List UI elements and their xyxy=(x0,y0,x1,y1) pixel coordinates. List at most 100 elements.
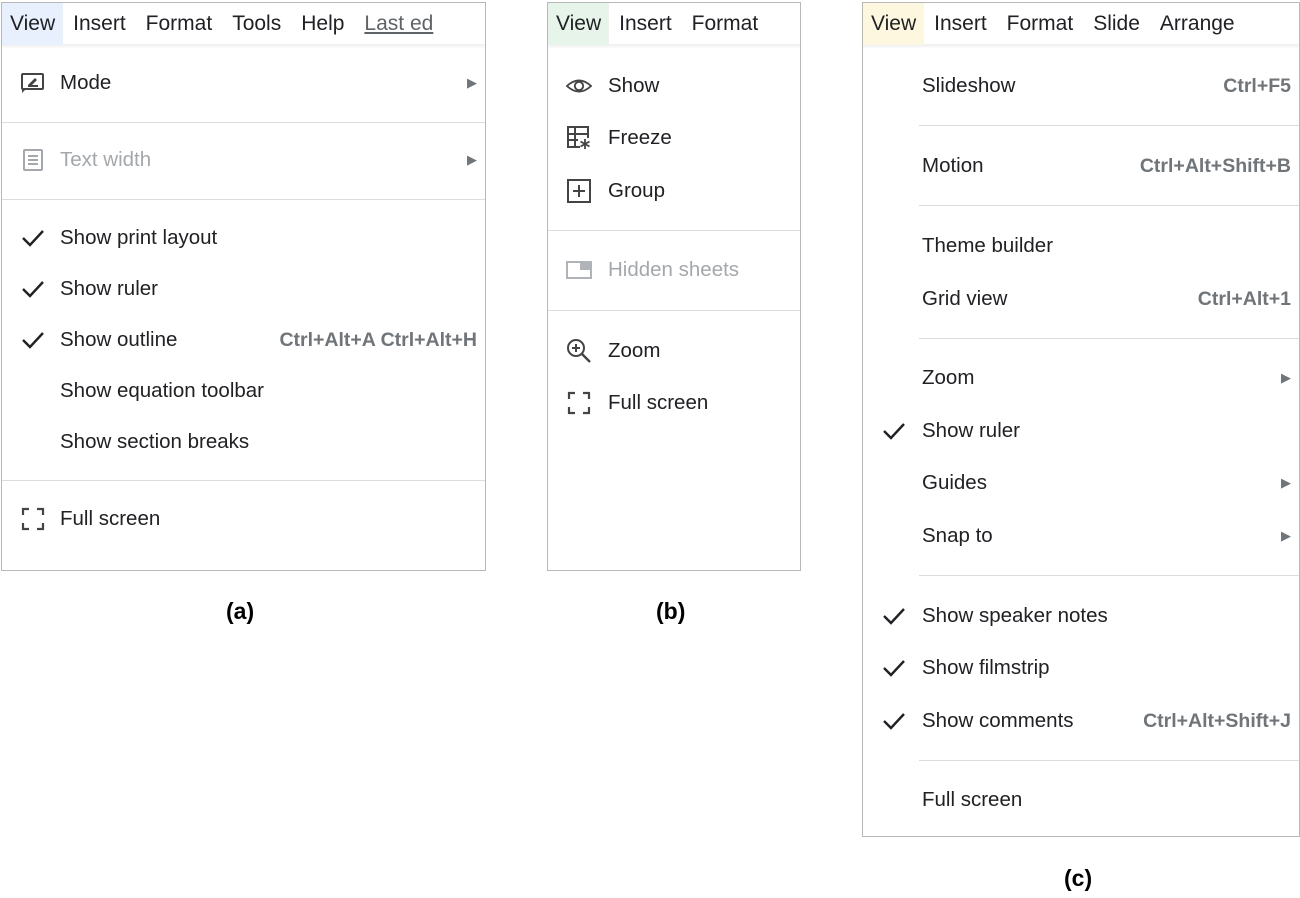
menu-item-label: Text width xyxy=(60,148,152,171)
divider xyxy=(2,480,485,481)
menu-item-guides[interactable]: Guides ▶ xyxy=(863,460,1299,506)
menu-format[interactable]: Format xyxy=(997,3,1084,45)
divider xyxy=(919,125,1299,126)
shortcut-text: Ctrl+Alt+Shift+B xyxy=(1139,154,1291,177)
shortcut-text: Ctrl+Alt+1 xyxy=(1197,287,1291,310)
menu-item-grid-view[interactable]: Grid view Ctrl+Alt+1 xyxy=(863,276,1299,322)
fullscreen-icon xyxy=(20,506,46,532)
menu-item-label: Guides xyxy=(922,471,987,494)
divider xyxy=(919,575,1299,576)
menu-item-show-ruler[interactable]: Show ruler xyxy=(863,408,1299,454)
menu-item-group[interactable]: Group xyxy=(548,168,800,214)
submenu-arrow-icon: ▶ xyxy=(1281,475,1291,490)
shortcut-text: Ctrl+Alt+Shift+J xyxy=(1143,709,1291,732)
eye-icon xyxy=(566,73,592,99)
hidden-sheets-icon xyxy=(566,257,592,283)
menu-item-label: Full screen xyxy=(922,788,1023,811)
menu-insert[interactable]: Insert xyxy=(63,3,136,45)
divider xyxy=(2,199,485,200)
menu-item-label: Slideshow xyxy=(922,74,1016,97)
menu-item-zoom[interactable]: Zoom xyxy=(548,328,800,374)
submenu-arrow-icon: ▶ xyxy=(467,75,477,90)
menu-item-label: Zoom xyxy=(608,339,661,362)
divider xyxy=(548,230,800,231)
menu-view[interactable]: View xyxy=(863,3,925,45)
menu-item-label: Show xyxy=(608,74,660,97)
menu-view[interactable]: View xyxy=(2,3,64,45)
menu-item-show-filmstrip[interactable]: Show filmstrip xyxy=(863,645,1299,691)
menubar: View Insert Format Tools Help Last ed xyxy=(2,3,485,45)
menu-item-motion[interactable]: Motion Ctrl+Alt+Shift+B xyxy=(863,143,1299,189)
menu-help[interactable]: Help xyxy=(291,3,354,45)
check-icon xyxy=(20,327,46,353)
caption-c: (c) xyxy=(1064,865,1093,891)
menu-item-full-screen[interactable]: Full screen xyxy=(2,496,485,542)
menu-item-theme-builder[interactable]: Theme builder xyxy=(863,223,1299,269)
freeze-icon xyxy=(566,125,592,151)
submenu-arrow-icon: ▶ xyxy=(467,152,477,167)
menu-format[interactable]: Format xyxy=(682,3,769,45)
fullscreen-icon xyxy=(566,390,592,416)
menu-item-show-section-breaks[interactable]: Show section breaks xyxy=(2,419,485,465)
menu-item-label: Theme builder xyxy=(922,234,1054,257)
menu-tools[interactable]: Tools xyxy=(222,3,291,45)
menu-item-label: Show section breaks xyxy=(60,430,250,453)
menu-item-label: Freeze xyxy=(608,126,672,149)
menu-item-show-speaker-notes[interactable]: Show speaker notes xyxy=(863,593,1299,639)
menu-item-label: Show speaker notes xyxy=(922,604,1108,627)
menu-item-label: Motion xyxy=(922,154,984,177)
menu-item-label: Show ruler xyxy=(60,277,158,300)
menu-item-full-screen[interactable]: Full screen xyxy=(548,380,800,426)
menu-item-label: Show equation toolbar xyxy=(60,379,265,402)
menu-item-show[interactable]: Show xyxy=(548,63,800,109)
menu-slide[interactable]: Slide xyxy=(1083,3,1150,45)
menu-item-label: Show comments xyxy=(922,709,1074,732)
menu-item-show-ruler[interactable]: Show ruler xyxy=(2,266,485,312)
menu-item-label: Full screen xyxy=(608,391,709,414)
mode-icon xyxy=(20,70,46,96)
menu-item-label: Snap to xyxy=(922,524,993,547)
last-edit-link[interactable]: Last ed xyxy=(354,3,443,45)
divider xyxy=(548,310,800,311)
menubar: View Insert Format Slide Arrange xyxy=(863,3,1299,45)
menu-item-zoom[interactable]: Zoom ▶ xyxy=(863,355,1299,401)
menu-format[interactable]: Format xyxy=(136,3,223,45)
divider xyxy=(919,338,1299,339)
menu-item-label: Hidden sheets xyxy=(608,258,740,281)
menu-item-freeze[interactable]: Freeze xyxy=(548,115,800,161)
text-width-icon xyxy=(20,147,46,173)
menu-insert[interactable]: Insert xyxy=(609,3,682,45)
menu-view[interactable]: View xyxy=(548,3,610,45)
menu-item-show-print-layout[interactable]: Show print layout xyxy=(2,215,485,261)
menu-item-label: Group xyxy=(608,179,665,202)
shortcut-text: Ctrl+Alt+A Ctrl+Alt+H xyxy=(279,328,477,351)
menu-item-label: Show ruler xyxy=(922,419,1020,442)
docs-view-menu: View Insert Format Tools Help Last ed Mo… xyxy=(1,2,486,571)
menu-item-show-outline[interactable]: Show outline Ctrl+Alt+A Ctrl+Alt+H xyxy=(2,317,485,363)
divider xyxy=(2,122,485,123)
menu-item-full-screen[interactable]: Full screen xyxy=(863,777,1299,823)
menu-item-text-width: Text width ▶ xyxy=(2,137,485,183)
menu-item-slideshow[interactable]: Slideshow Ctrl+F5 xyxy=(863,63,1299,109)
menu-item-label: Grid view xyxy=(922,287,1008,310)
menu-item-label: Show filmstrip xyxy=(922,656,1050,679)
check-icon xyxy=(881,418,907,444)
divider xyxy=(919,760,1299,761)
check-icon xyxy=(20,276,46,302)
menu-item-show-equation-toolbar[interactable]: Show equation toolbar xyxy=(2,368,485,414)
menu-item-hidden-sheets: Hidden sheets xyxy=(548,247,800,293)
menu-item-label: Show outline xyxy=(60,328,178,351)
menu-item-label: Full screen xyxy=(60,507,161,530)
group-icon xyxy=(566,178,592,204)
menu-item-show-comments[interactable]: Show comments Ctrl+Alt+Shift+J xyxy=(863,698,1299,744)
menu-insert[interactable]: Insert xyxy=(924,3,997,45)
zoom-icon xyxy=(566,338,592,364)
menu-item-snap-to[interactable]: Snap to ▶ xyxy=(863,513,1299,559)
divider xyxy=(919,205,1299,206)
slides-view-menu: View Insert Format Slide Arrange Slidesh… xyxy=(862,2,1300,837)
caption-b: (b) xyxy=(656,598,686,624)
menu-item-label: Show print layout xyxy=(60,226,218,249)
menu-item-mode[interactable]: Mode ▶ xyxy=(2,60,485,106)
menu-arrange[interactable]: Arrange xyxy=(1150,3,1245,45)
menubar: View Insert Format xyxy=(548,3,800,45)
